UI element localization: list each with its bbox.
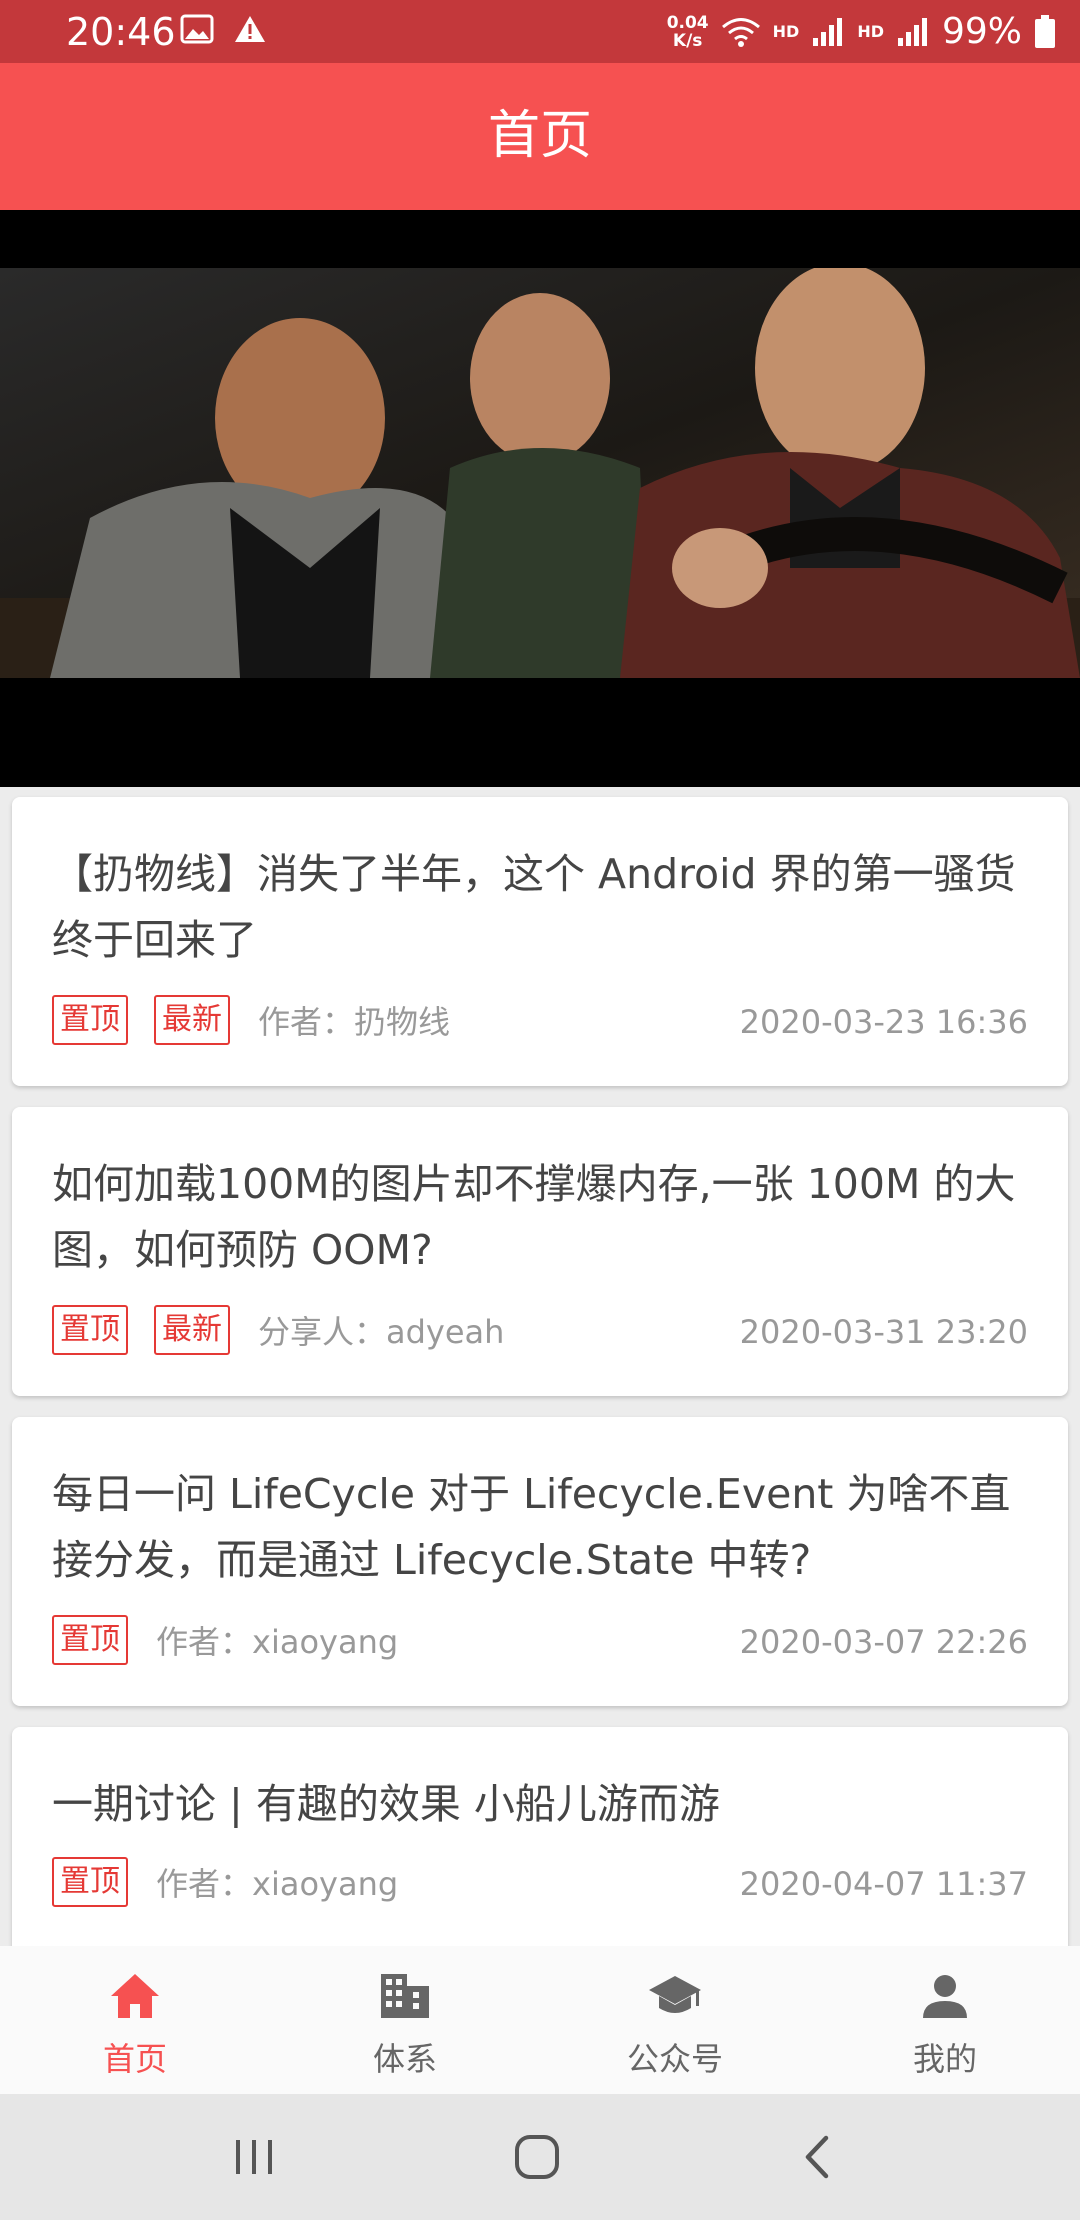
page-title: 首页 [487,106,592,166]
tag-pinned: 置顶 [52,1305,128,1355]
article-card[interactable]: 每日一问 LifeCycle 对于 Lifecycle.Event 为啥不直接分… [12,1417,1068,1706]
tag-new: 最新 [154,995,230,1045]
tag-pinned: 置顶 [52,1615,128,1665]
hd-label: HD [772,22,800,41]
article-card[interactable]: 如何加载100M的图片却不撑爆内存,一张 100M 的大图，如何预防 OOM? … [12,1107,1068,1396]
article-title[interactable]: 每日一问 LifeCycle 对于 Lifecycle.Event 为啥不直接分… [52,1461,1042,1593]
home-button-icon[interactable] [510,2130,564,2184]
article-title[interactable]: 【扔物线】消失了半年，这个 Android 界的第一骚货终于回来了 [52,841,1042,973]
app-title-bar: 首页 [0,63,1080,210]
article-card[interactable]: 【扔物线】消失了半年，这个 Android 界的第一骚货终于回来了 置顶 最新 … [12,797,1068,1086]
article-date: 2020-04-07 11:37 [739,1865,1028,1903]
article-author[interactable]: 分享人：adyeah [258,1307,504,1353]
article-date: 2020-03-07 22:26 [739,1623,1028,1661]
hd-label: HD [857,22,884,41]
warning-icon [235,16,265,42]
system-navigation-bar [0,2094,1080,2220]
banner-image[interactable] [0,268,1080,678]
nav-label: 体系 [372,2040,437,2078]
building-icon [381,1974,429,2018]
nav-item-system[interactable]: 体系 [270,1946,540,2094]
back-icon[interactable] [798,2130,838,2184]
nav-item-home[interactable]: 首页 [0,1946,270,2094]
tag-pinned: 置顶 [52,1857,128,1907]
nav-label: 首页 [102,2040,167,2078]
nav-item-profile[interactable]: 我的 [810,1946,1080,2094]
nav-label: 我的 [912,2040,977,2078]
signal-icon [813,18,843,46]
signal-icon [897,18,927,46]
tag-new: 最新 [154,1305,230,1355]
person-icon [923,1975,967,2018]
image-icon [180,14,214,44]
article-author[interactable]: 作者：xiaoyang [156,1617,398,1663]
tag-pinned: 置顶 [52,995,128,1045]
graduation-cap-icon [649,1976,701,2013]
article-date: 2020-03-31 23:20 [739,1313,1028,1351]
wifi-icon [721,18,760,47]
nav-label: 公众号 [626,2040,723,2078]
nav-item-official-accounts[interactable]: 公众号 [540,1946,810,2094]
bottom-navigation: 首页 体系 公众号 我的 [0,1946,1080,2094]
article-author[interactable]: 作者：xiaoyang [156,1859,398,1905]
article-title[interactable]: 一期讨论 | 有趣的效果 小船儿游而游 [52,1771,1042,1837]
battery-icon [1035,15,1055,48]
article-date: 2020-03-23 16:36 [739,1003,1028,1041]
status-time: 20:46 [66,10,176,54]
recent-apps-icon[interactable] [232,2130,276,2184]
battery-percent: 99% [941,11,1022,52]
article-author[interactable]: 作者：扔物线 [258,997,450,1043]
home-icon [111,1974,159,2018]
banner-carousel[interactable] [0,210,1080,964]
status-bar: 20:46 0.04 K/s HD HD 99% [0,0,1080,63]
article-title[interactable]: 如何加载100M的图片却不撑爆内存,一张 100M 的大图，如何预防 OOM? [52,1151,1042,1283]
net-speed: 0.04 K/s [666,13,709,51]
